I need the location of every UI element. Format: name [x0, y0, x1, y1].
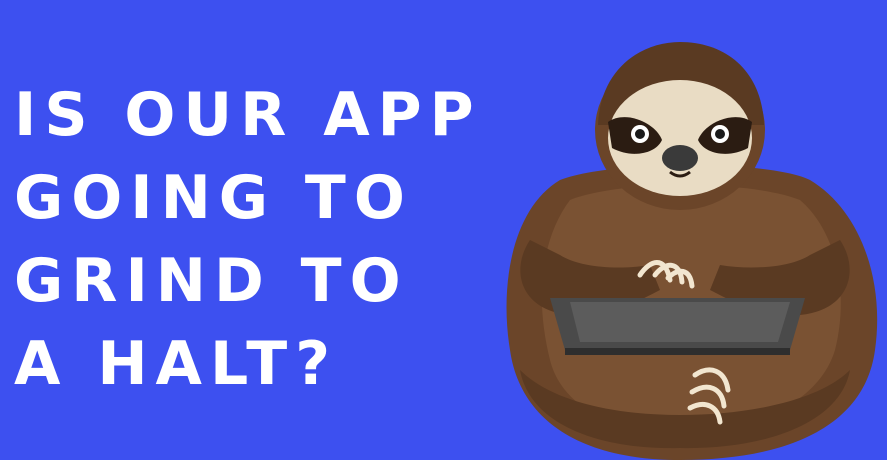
headline-line-3: GRIND TO	[14, 246, 409, 316]
headline: IS OUR APP GOING TO GRIND TO A HALT?	[14, 74, 534, 406]
headline-line-1: IS OUR APP	[14, 80, 482, 150]
sloth-illustration	[506, 42, 878, 460]
headline-line-4: A HALT?	[14, 329, 339, 399]
headline-line-2: GOING TO	[14, 163, 413, 233]
